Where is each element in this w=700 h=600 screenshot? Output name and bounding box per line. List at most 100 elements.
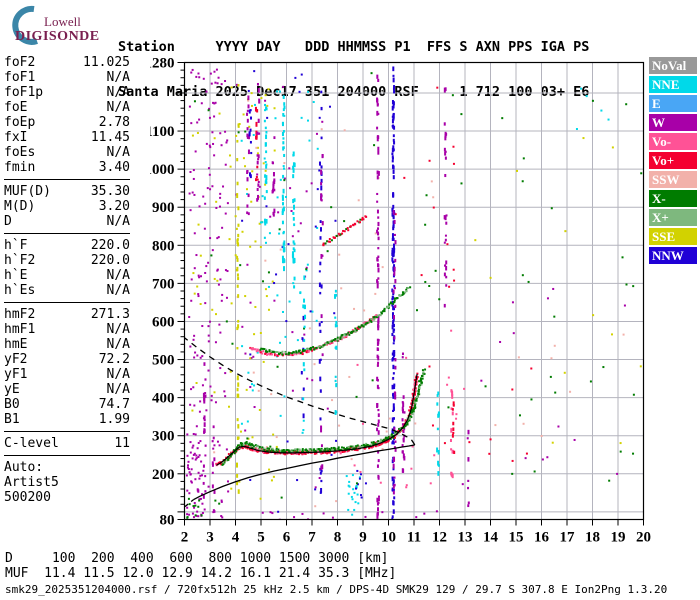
svg-text:500: 500 (152, 353, 175, 369)
svg-text:300: 300 (152, 429, 175, 445)
parameter-row: hmF1 N/A (4, 322, 130, 337)
svg-text:400: 400 (152, 391, 175, 407)
parameter-value: N/A (106, 382, 130, 397)
svg-text:80: 80 (160, 513, 175, 529)
parameter-label: M(D) (4, 199, 36, 214)
panel-divider (4, 451, 130, 460)
parameter-row: Artist5 (4, 475, 130, 490)
parameter-label: h`F2 (4, 253, 36, 268)
parameter-label: fxI (4, 130, 28, 145)
status-line: smk29_2025351204000.rsf / 720fx512h 25 k… (5, 583, 668, 596)
svg-text:1000: 1000 (150, 162, 175, 178)
panel-divider (4, 427, 130, 436)
svg-text:2: 2 (181, 530, 189, 546)
svg-text:6: 6 (283, 530, 291, 546)
svg-text:18: 18 (585, 530, 600, 546)
parameter-value: N/A (106, 214, 130, 229)
svg-text:900: 900 (152, 200, 175, 216)
parameter-row: foE N/A (4, 100, 130, 115)
parameter-row: Auto: (4, 460, 130, 475)
parameter-value: N/A (106, 70, 130, 85)
svg-text:19: 19 (611, 530, 626, 546)
parameter-label: foEs (4, 145, 36, 160)
parameter-row: B1 1.99 (4, 412, 130, 427)
svg-text:11: 11 (407, 530, 421, 546)
distance-row: D 100 200 400 600 800 1000 1500 3000 [km… (5, 551, 389, 566)
parameter-value: 1.99 (98, 412, 130, 427)
parameter-label: h`Es (4, 283, 36, 298)
parameter-label: yF2 (4, 352, 28, 367)
svg-text:17: 17 (560, 530, 576, 546)
svg-text:13: 13 (458, 530, 473, 546)
parameter-value: N/A (106, 283, 130, 298)
parameter-label: h`E (4, 268, 28, 283)
svg-text:12: 12 (432, 530, 447, 546)
muf-row: MUF 11.4 11.5 12.0 12.9 14.2 16.1 21.4 3… (5, 566, 397, 581)
parameter-row: 500200 (4, 490, 130, 505)
parameter-value: 220.0 (90, 253, 130, 268)
parameter-value: N/A (106, 367, 130, 382)
panel-divider (4, 229, 130, 238)
parameter-value: 72.2 (98, 352, 130, 367)
ionogram-canvas: 2 3 4 5 6 7 8 9 10 11 12 13 14 15 16 17 18 19 20 1280 1100 10… (145, 56, 652, 546)
parameter-value: 2.78 (98, 115, 130, 130)
parameter-value: 271.3 (90, 307, 130, 322)
ionogram-page: { "logo": { "line1": "Lowell", "line2": … (0, 0, 700, 600)
parameter-row: D N/A (4, 214, 130, 229)
parameter-row: hmE N/A (4, 337, 130, 352)
parameter-value: 35.30 (90, 184, 130, 199)
parameter-row: hmF2 271.3 (4, 307, 130, 322)
parameter-value: N/A (106, 337, 130, 352)
parameter-row: foF1 N/A (4, 70, 130, 85)
parameter-row: fxI 11.45 (4, 130, 130, 145)
parameter-label: foE (4, 100, 28, 115)
parameter-label: hmF1 (4, 322, 36, 337)
parameter-row: h`Es N/A (4, 283, 130, 298)
parameter-label: foF1p (4, 85, 44, 100)
svg-text:1280: 1280 (150, 56, 175, 72)
svg-text:1100: 1100 (150, 124, 175, 140)
parameter-label: C-level (4, 436, 59, 451)
panel-divider (4, 175, 130, 184)
svg-text:200: 200 (152, 467, 175, 483)
svg-text:4: 4 (232, 530, 240, 546)
parameter-value: N/A (106, 145, 130, 160)
parameter-label: foEp (4, 115, 36, 130)
parameter-row: yF2 72.2 (4, 352, 130, 367)
svg-text:20: 20 (636, 530, 651, 546)
svg-text:10: 10 (381, 530, 396, 546)
parameter-label: B0 (4, 397, 20, 412)
parameter-row: C-level 11 (4, 436, 130, 451)
parameter-value: N/A (106, 268, 130, 283)
parameter-row: foF1p N/A (4, 85, 130, 100)
parameter-value: N/A (106, 100, 130, 115)
svg-text:14: 14 (483, 530, 499, 546)
parameter-value: 11 (114, 436, 130, 451)
panel-divider (4, 298, 130, 307)
parameter-row: yF1 N/A (4, 367, 130, 382)
parameter-row: h`E N/A (4, 268, 130, 283)
parameter-label: fmin (4, 160, 36, 175)
parameter-value: 74.7 (98, 397, 130, 412)
parameter-row: B0 74.7 (4, 397, 130, 412)
parameter-label: Auto: (4, 460, 44, 475)
parameter-row: M(D) 3.20 (4, 199, 130, 214)
parameter-row: MUF(D) 35.30 (4, 184, 130, 199)
parameter-label: yE (4, 382, 20, 397)
parameter-label: hmF2 (4, 307, 36, 322)
parameter-label: Artist5 (4, 475, 59, 490)
logo-text-lowell: Lowell (44, 14, 81, 29)
lowell-digisonde-logo: Lowell DIGISONDE (4, 4, 134, 50)
parameter-value: 3.40 (98, 160, 130, 175)
parameter-label: h`F (4, 238, 28, 253)
parameter-label: yF1 (4, 367, 28, 382)
parameter-row: foEs N/A (4, 145, 130, 160)
parameter-row: h`F 220.0 (4, 238, 130, 253)
svg-text:9: 9 (359, 530, 367, 546)
parameter-value: 3.20 (98, 199, 130, 214)
ionogram-plot: 2 3 4 5 6 7 8 9 10 11 12 13 14 15 16 17 18 19 20 1280 1100 10… (145, 52, 700, 554)
parameter-value: 11.45 (90, 130, 130, 145)
parameter-row: foEp 2.78 (4, 115, 130, 130)
parameter-label: foF2 (4, 55, 36, 70)
parameter-row: foF2 11.025 (4, 55, 130, 70)
